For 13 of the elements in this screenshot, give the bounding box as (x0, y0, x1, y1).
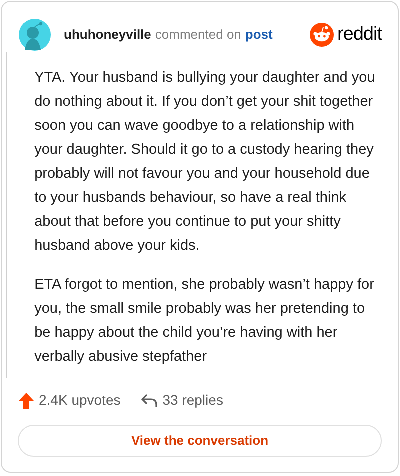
comment-paragraph: YTA. Your husband is bullying your daughter and you do nothing about it. If you don’t get your shit together soon you can wave goodbye to a relationship with your daughter. Should it go to a custody hearing they probably will not favour you and your household due to your husbands behaviour, so have a real think about that before you continue to put your shitty husband above your kids. (34, 69, 376, 256)
upvote-count: 2.4K upvotes (39, 391, 121, 410)
comment-paragraph: ETA forgot to mention, she probably wasn’t happy for you, the small smile probably was her pretending to be happy about the child you’re having with her verbally abusive stepfather (34, 276, 376, 367)
reply-count: 33 replies (162, 391, 224, 410)
upvote-arrow-icon[interactable] (19, 392, 34, 408)
action-text: commented on (155, 26, 242, 44)
avatar-icon (18, 18, 52, 52)
view-conversation-button[interactable]: View the conversation (18, 425, 382, 457)
reply-arrow-icon (140, 394, 158, 408)
post-link[interactable]: post (245, 25, 273, 45)
reddit-logo-text: reddit (337, 22, 382, 47)
username[interactable]: uhuhoneyville (64, 25, 152, 45)
reddit-alien-icon (310, 23, 334, 47)
